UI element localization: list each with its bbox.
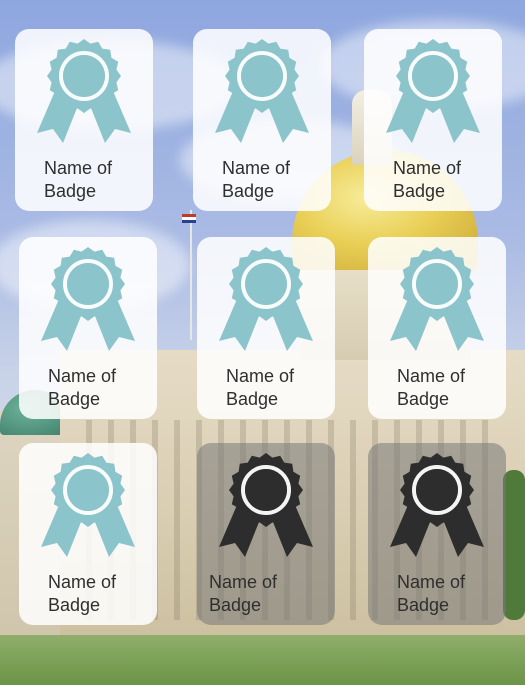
ribbon-award-icon [368, 453, 506, 558]
badge-card[interactable]: Name of Badge [15, 29, 153, 211]
ribbon-award-icon [197, 453, 335, 558]
badge-card[interactable]: Name of Badge [19, 443, 157, 625]
badge-card[interactable]: Name of Badge [364, 29, 502, 211]
badge-card[interactable]: Name of Badge [197, 237, 335, 419]
badge-card[interactable]: Name of Badge [368, 443, 506, 625]
badge-card[interactable]: Name of Badge [197, 443, 335, 625]
ribbon-award-icon [364, 39, 502, 144]
badge-label: Name of Badge [48, 572, 117, 615]
ribbon-award-icon [19, 453, 157, 558]
ribbon-award-icon [368, 247, 506, 352]
badge-label: Name of Badge [209, 572, 278, 615]
badge-card[interactable]: Name of Badge [368, 237, 506, 419]
badge-label: Name of Badge [226, 366, 295, 409]
badge-card[interactable]: Name of Badge [193, 29, 331, 211]
ribbon-award-icon [193, 39, 331, 144]
badge-label: Name of Badge [222, 158, 291, 201]
badge-label: Name of Badge [397, 366, 466, 409]
badge-grid: Name of Badge Name of Badge Name of Badg… [0, 0, 525, 685]
badge-label: Name of Badge [44, 158, 113, 201]
badge-label: Name of Badge [397, 572, 466, 615]
ribbon-award-icon [19, 247, 157, 352]
badge-label: Name of Badge [393, 158, 462, 201]
ribbon-award-icon [197, 247, 335, 352]
badge-label: Name of Badge [48, 366, 117, 409]
ribbon-award-icon [15, 39, 153, 144]
badge-card[interactable]: Name of Badge [19, 237, 157, 419]
